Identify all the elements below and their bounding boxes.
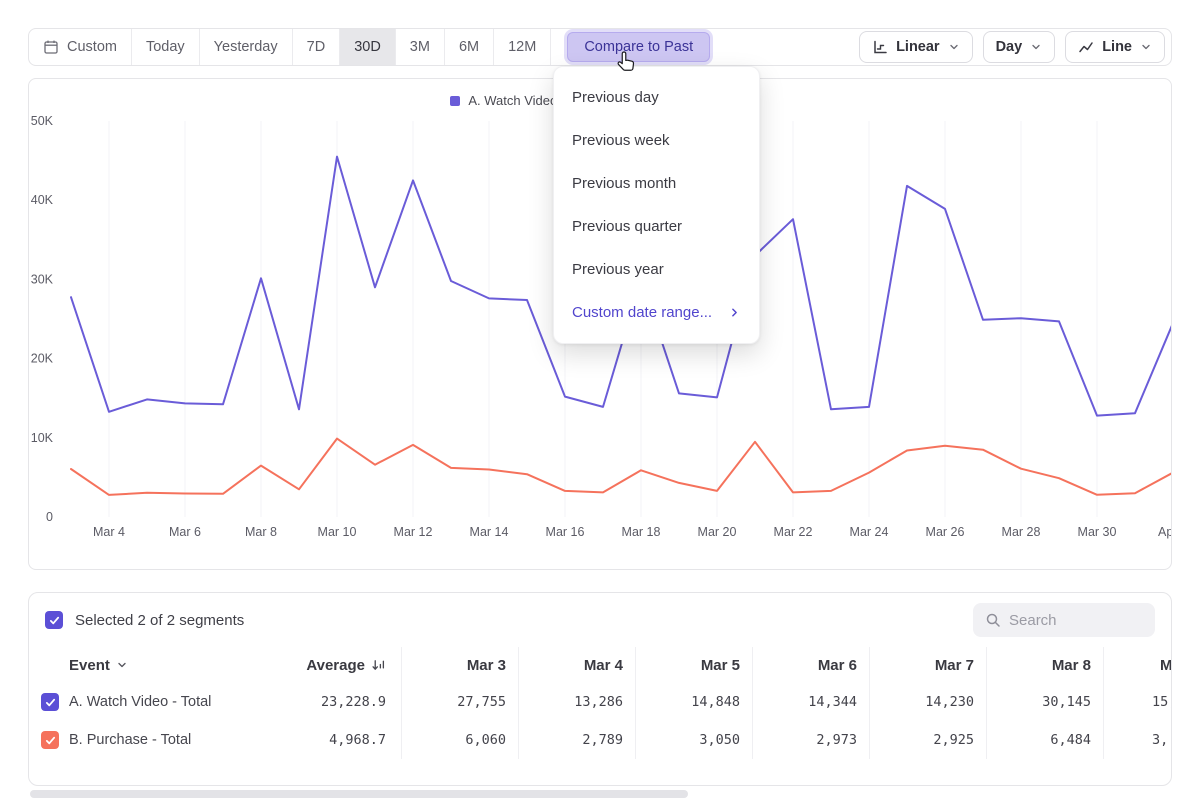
svg-text:Mar 18: Mar 18 <box>622 525 661 539</box>
cell-value-clipped: 3, <box>1152 732 1168 748</box>
scale-dropdown[interactable]: Linear <box>859 31 973 63</box>
date-column-header[interactable]: Mar 6 <box>752 647 869 683</box>
date-column-header[interactable]: Mar 7 <box>869 647 986 683</box>
svg-text:Mar 28: Mar 28 <box>1002 525 1041 539</box>
table-row[interactable]: B. Purchase - Total 4,968.7 6,060 2,789 … <box>29 721 1171 759</box>
svg-text:10K: 10K <box>31 431 54 445</box>
svg-text:Mar 24: Mar 24 <box>850 525 889 539</box>
date-column-header-clipped[interactable]: M <box>1103 647 1172 683</box>
interval-dropdown[interactable]: Day <box>983 31 1056 63</box>
cell-value: 2,789 <box>582 732 623 748</box>
event-label: A. Watch Video - Total <box>69 694 211 710</box>
calendar-icon <box>43 39 59 55</box>
menu-item-custom-date-range[interactable]: Custom date range... <box>554 291 759 334</box>
segments-table-card: Selected 2 of 2 segments Event Average M… <box>28 592 1172 786</box>
menu-item-previous-month[interactable]: Previous month <box>554 162 759 205</box>
cell-value: 6,484 <box>1050 732 1091 748</box>
cell-value: 13,286 <box>574 694 623 710</box>
line-chart-icon <box>1078 39 1094 55</box>
svg-text:30K: 30K <box>31 272 54 286</box>
cell-value-clipped: 15, <box>1152 694 1172 710</box>
date-column-header[interactable]: Mar 8 <box>986 647 1103 683</box>
search-input[interactable] <box>1009 612 1143 629</box>
menu-item-previous-quarter[interactable]: Previous quarter <box>554 205 759 248</box>
check-icon <box>44 696 57 709</box>
range-custom-button[interactable]: Custom <box>29 29 132 65</box>
check-icon <box>44 734 57 747</box>
range-label: Custom <box>67 39 117 55</box>
svg-text:Mar 16: Mar 16 <box>546 525 585 539</box>
date-range-toolbar: Custom Today Yesterday 7D 30D 3M 6M 12M … <box>28 28 1172 66</box>
cell-value: 14,230 <box>925 694 974 710</box>
svg-text:Mar 6: Mar 6 <box>169 525 201 539</box>
select-all-checkbox[interactable] <box>45 611 63 629</box>
event-label: B. Purchase - Total <box>69 732 191 748</box>
event-cell: B. Purchase - Total <box>29 721 253 759</box>
table-row[interactable]: A. Watch Video - Total 23,228.9 27,755 1… <box>29 683 1171 721</box>
row-checkbox[interactable] <box>41 731 59 749</box>
svg-text:Mar 30: Mar 30 <box>1078 525 1117 539</box>
range-12m-button[interactable]: 12M <box>494 29 551 65</box>
chart-type-dropdown[interactable]: Line <box>1065 31 1165 63</box>
table-header-row: Event Average Mar 3 Mar 4 Mar 5 Mar 6 Ma… <box>29 647 1171 683</box>
event-cell: A. Watch Video - Total <box>29 683 253 721</box>
search-box[interactable] <box>973 603 1155 637</box>
linear-scale-icon <box>872 39 888 55</box>
cell-value: 30,145 <box>1042 694 1091 710</box>
range-7d-button[interactable]: 7D <box>293 29 341 65</box>
cell-value: 2,973 <box>816 732 857 748</box>
svg-text:50K: 50K <box>31 114 54 128</box>
svg-text:Mar 20: Mar 20 <box>698 525 737 539</box>
chevron-down-icon <box>116 659 128 671</box>
svg-text:Mar 26: Mar 26 <box>926 525 965 539</box>
cell-value: 2,925 <box>933 732 974 748</box>
horizontal-scrollbar[interactable] <box>30 790 688 798</box>
menu-item-previous-day[interactable]: Previous day <box>554 76 759 119</box>
svg-text:Mar 22: Mar 22 <box>774 525 813 539</box>
row-checkbox[interactable] <box>41 693 59 711</box>
search-icon <box>985 612 1001 628</box>
chevron-right-icon <box>728 306 741 319</box>
date-column-header[interactable]: Mar 4 <box>518 647 635 683</box>
svg-text:20K: 20K <box>31 352 54 366</box>
svg-text:0: 0 <box>46 510 53 524</box>
svg-text:40K: 40K <box>31 193 54 207</box>
toolbar-right-group: Linear Day Line <box>859 29 1171 65</box>
average-value: 23,228.9 <box>321 694 386 710</box>
range-3m-button[interactable]: 3M <box>396 29 445 65</box>
range-yesterday-button[interactable]: Yesterday <box>200 29 293 65</box>
check-icon <box>48 614 61 627</box>
compare-to-past-button[interactable]: Compare to Past <box>567 32 710 62</box>
average-value: 4,968.7 <box>329 732 386 748</box>
segments-header: Selected 2 of 2 segments <box>29 593 1171 647</box>
range-30d-button[interactable]: 30D <box>340 29 396 65</box>
date-column-header[interactable]: Mar 3 <box>401 647 518 683</box>
selected-segments-label: Selected 2 of 2 segments <box>75 612 244 629</box>
date-column-header[interactable]: Mar 5 <box>635 647 752 683</box>
cell-value: 6,060 <box>465 732 506 748</box>
event-column-header[interactable]: Event <box>29 647 253 683</box>
svg-text:Mar 4: Mar 4 <box>93 525 125 539</box>
svg-text:Mar 8: Mar 8 <box>245 525 277 539</box>
sort-descending-icon <box>371 658 386 673</box>
cell-value: 27,755 <box>457 694 506 710</box>
svg-text:Mar 10: Mar 10 <box>318 525 357 539</box>
chevron-down-icon <box>1030 41 1042 53</box>
cell-value: 14,344 <box>808 694 857 710</box>
range-today-button[interactable]: Today <box>132 29 200 65</box>
legend-swatch <box>450 96 460 106</box>
chevron-down-icon <box>948 41 960 53</box>
menu-item-previous-week[interactable]: Previous week <box>554 119 759 162</box>
menu-item-previous-year[interactable]: Previous year <box>554 248 759 291</box>
svg-text:Mar 12: Mar 12 <box>394 525 433 539</box>
chevron-down-icon <box>1140 41 1152 53</box>
cell-value: 3,050 <box>699 732 740 748</box>
svg-text:Mar 14: Mar 14 <box>470 525 509 539</box>
range-6m-button[interactable]: 6M <box>445 29 494 65</box>
compare-to-past-menu: Previous day Previous week Previous mont… <box>553 66 760 344</box>
cell-value: 14,848 <box>691 694 740 710</box>
average-column-header[interactable]: Average <box>253 647 401 683</box>
svg-text:Apr 1: Apr 1 <box>1158 525 1172 539</box>
